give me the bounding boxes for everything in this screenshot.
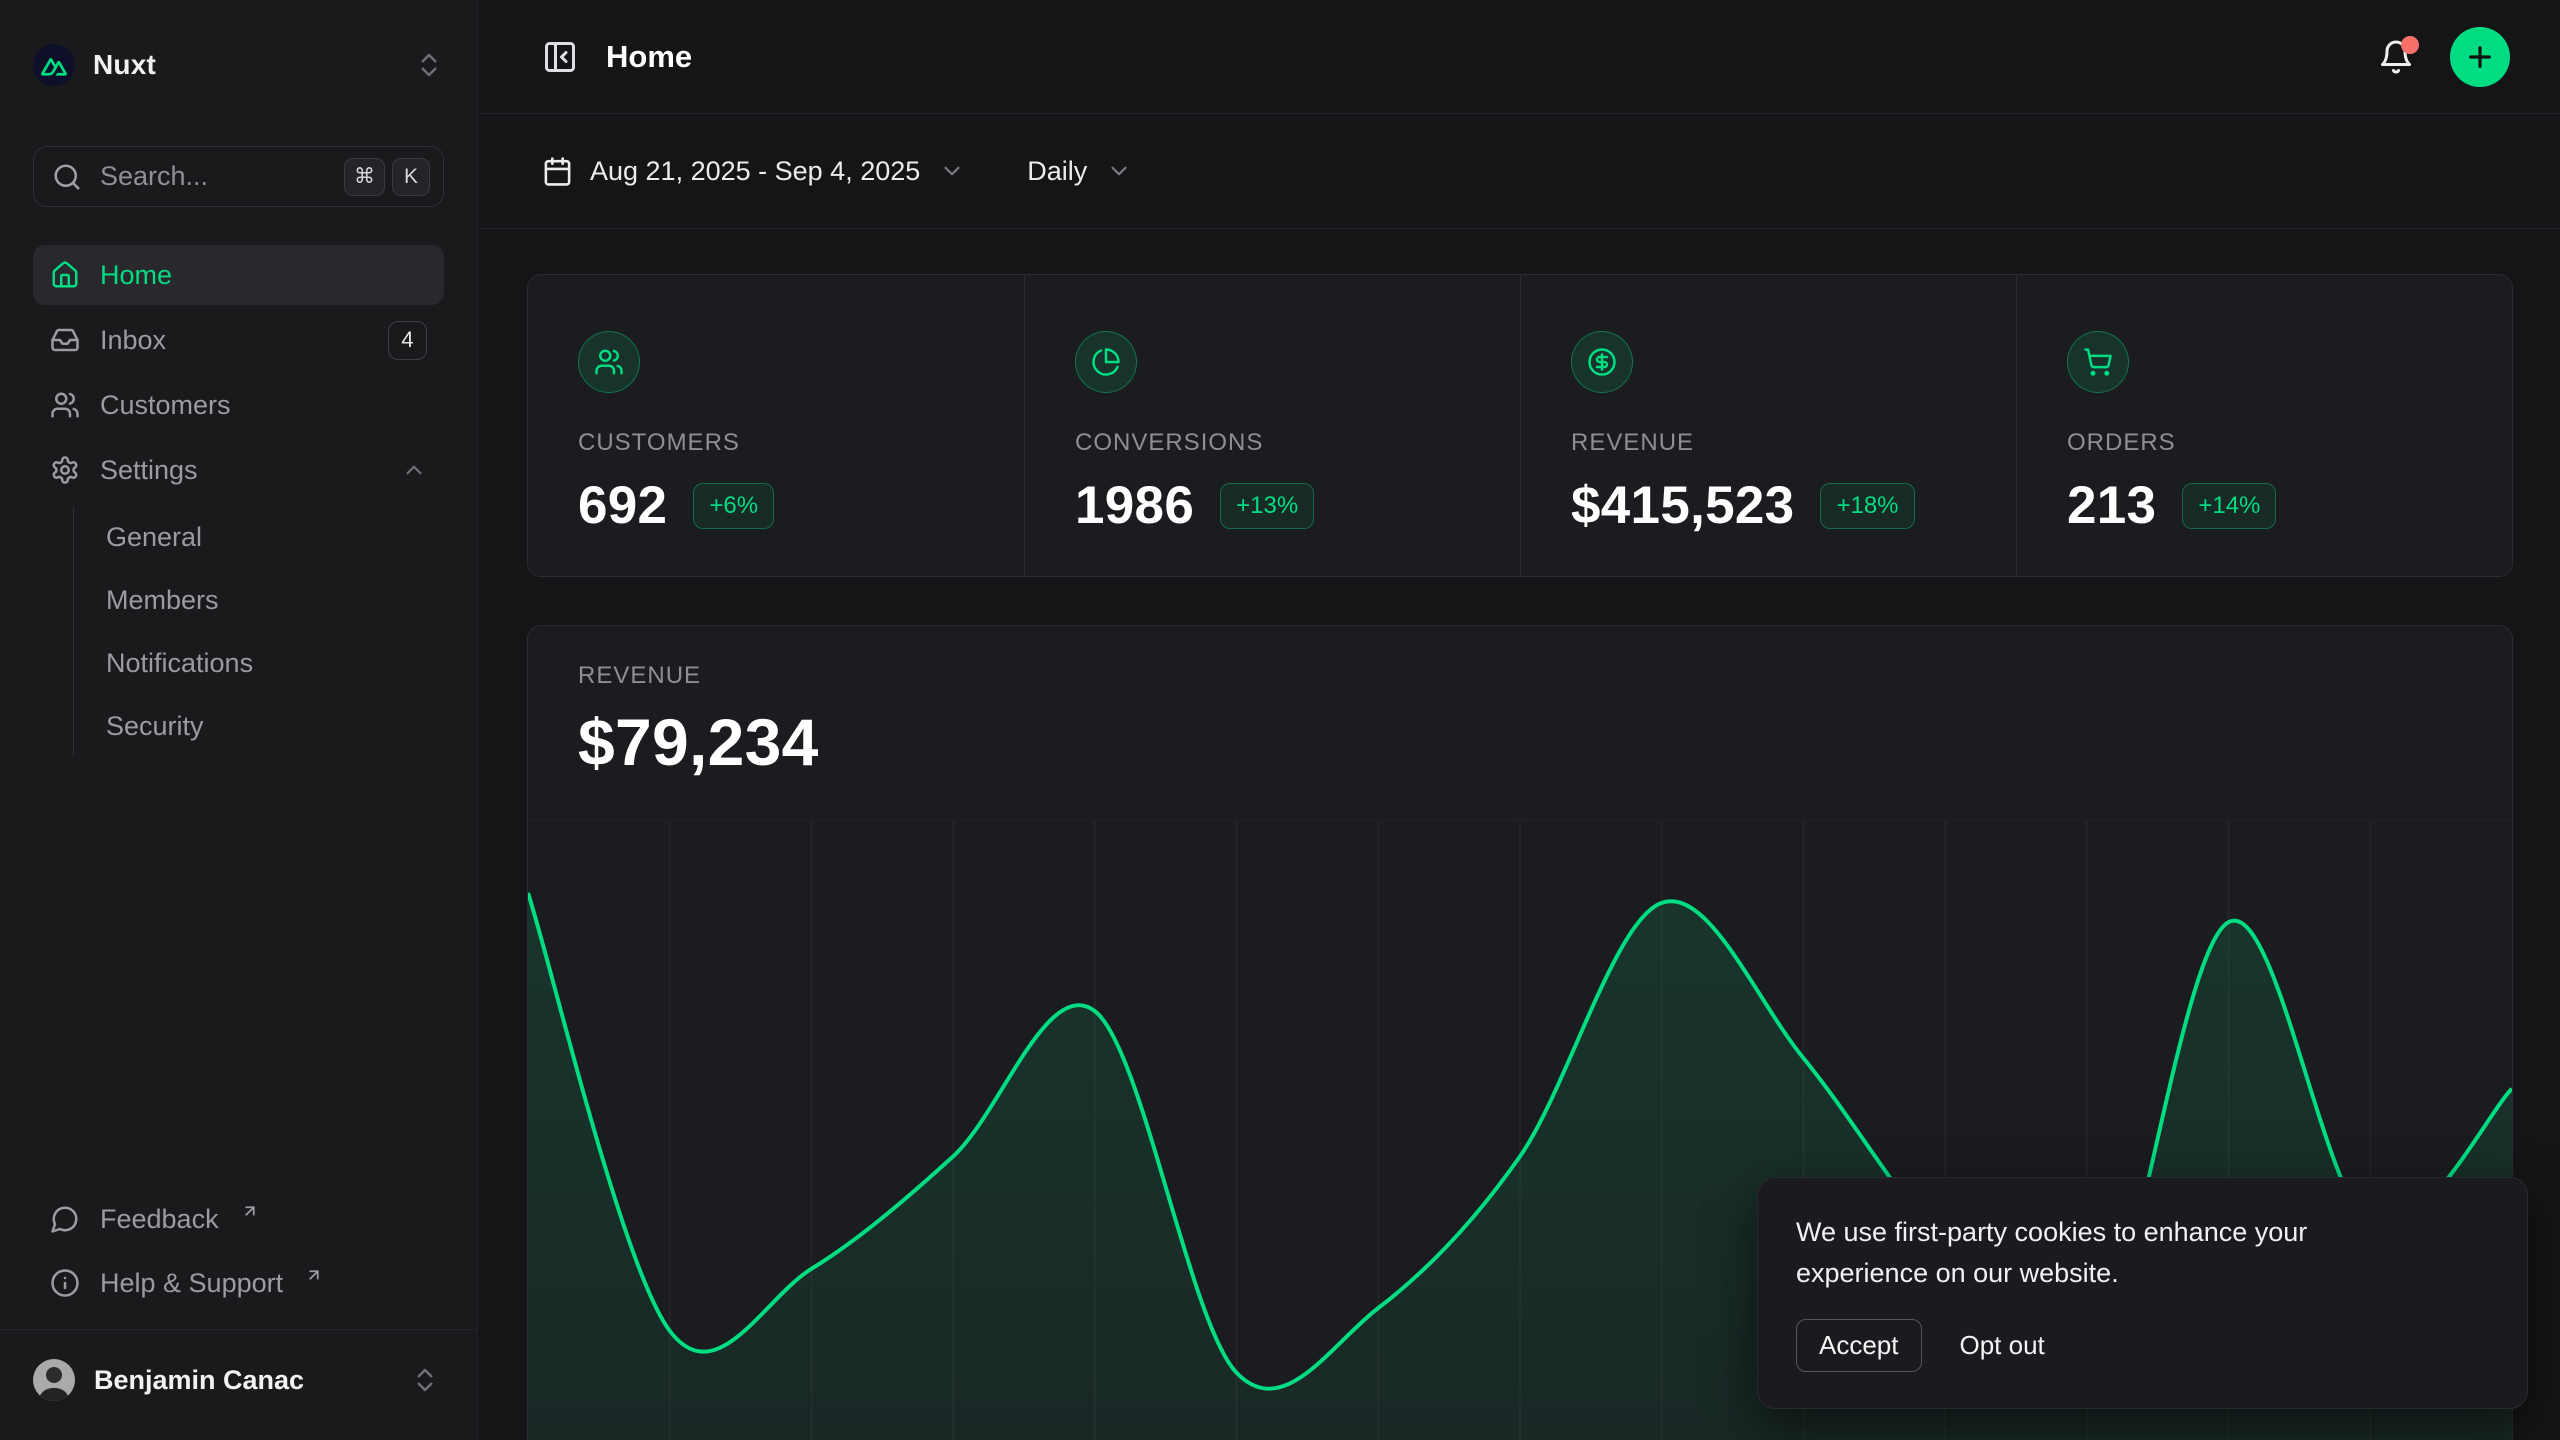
stat-change-badge: +14% xyxy=(2182,483,2276,529)
date-range-value: Aug 21, 2025 - Sep 4, 2025 xyxy=(590,156,920,187)
avatar xyxy=(33,1359,75,1401)
inbox-count-badge: 4 xyxy=(388,321,427,360)
sidebar: Nuxt Search... ⌘ K Home Inbox 4 xyxy=(0,0,478,1440)
sidebar-item-feedback[interactable]: Feedback xyxy=(33,1189,444,1249)
settings-subnav: General Members Notifications Security xyxy=(73,507,444,756)
stat-card-conversions[interactable]: CONVERSIONS 1986 +13% xyxy=(1024,275,1520,576)
shopping-cart-icon xyxy=(2067,331,2129,393)
search-placeholder: Search... xyxy=(100,161,208,192)
stat-label: REVENUE xyxy=(1571,429,1966,457)
sidebar-collapse-icon[interactable] xyxy=(542,39,578,75)
sidebar-item-customers[interactable]: Customers xyxy=(33,375,444,435)
header-actions xyxy=(2378,27,2510,87)
sidebar-spacer xyxy=(33,756,444,1189)
sidebar-item-label: Customers xyxy=(100,390,231,421)
sidebar-item-label: Help & Support xyxy=(100,1268,283,1299)
stat-change-badge: +18% xyxy=(1820,483,1914,529)
cookie-banner: We use first-party cookies to enhance yo… xyxy=(1757,1177,2528,1409)
sidebar-item-label: Feedback xyxy=(100,1204,219,1235)
message-bubble-icon xyxy=(50,1204,80,1234)
notifications-bell-icon[interactable] xyxy=(2378,39,2414,75)
stat-change-badge: +6% xyxy=(693,483,774,529)
chevron-down-icon xyxy=(939,158,965,184)
sidebar-item-label: Inbox xyxy=(100,325,166,356)
sidebar-footer-nav: Feedback Help & Support xyxy=(33,1189,444,1313)
search-icon xyxy=(52,162,82,192)
sidebar-item-label: Settings xyxy=(100,455,198,486)
circle-dollar-icon xyxy=(1571,331,1633,393)
user-menu[interactable]: Benjamin Canac xyxy=(33,1342,444,1418)
stat-card-customers[interactable]: CUSTOMERS 692 +6% xyxy=(528,275,1024,576)
stat-card-orders[interactable]: ORDERS 213 +14% xyxy=(2016,275,2512,576)
sidebar-item-settings[interactable]: Settings xyxy=(33,440,444,500)
interval-value: Daily xyxy=(1027,156,1087,187)
revenue-label: REVENUE xyxy=(578,662,2462,690)
revenue-panel-header: REVENUE $79,234 xyxy=(528,626,2512,780)
interval-select[interactable]: Daily xyxy=(1027,156,1132,187)
stat-card-revenue[interactable]: REVENUE $415,523 +18% xyxy=(1520,275,2016,576)
nuxt-logo xyxy=(33,44,75,86)
chevrons-up-down-icon xyxy=(410,1365,440,1395)
sidebar-divider xyxy=(0,1329,477,1330)
sidebar-item-inbox[interactable]: Inbox 4 xyxy=(33,310,444,370)
stats-row: CUSTOMERS 692 +6% CONVERSIONS 1986 +13% xyxy=(527,274,2513,577)
chevron-up-icon xyxy=(401,457,427,483)
users-icon xyxy=(50,390,80,420)
filters-toolbar: Aug 21, 2025 - Sep 4, 2025 Daily xyxy=(478,114,2560,229)
search-input[interactable]: Search... ⌘ K xyxy=(33,146,444,207)
user-name: Benjamin Canac xyxy=(94,1365,304,1396)
home-icon xyxy=(50,260,80,290)
stat-change-badge: +13% xyxy=(1220,483,1314,529)
stat-value: $415,523 xyxy=(1571,475,1794,536)
page-title: Home xyxy=(606,39,692,75)
stat-label: CONVERSIONS xyxy=(1075,429,1470,457)
workspace-name: Nuxt xyxy=(93,49,156,81)
sidebar-item-label: Home xyxy=(100,260,172,291)
stat-value: 213 xyxy=(2067,475,2156,536)
search-shortcut: ⌘ K xyxy=(344,158,430,196)
sidebar-nav: Home Inbox 4 Customers Settings Genera xyxy=(33,245,444,756)
stat-value: 692 xyxy=(578,475,667,536)
sidebar-item-security[interactable]: Security xyxy=(106,696,444,756)
sidebar-item-members[interactable]: Members xyxy=(106,570,444,630)
external-link-icon xyxy=(241,1202,259,1220)
info-circle-icon xyxy=(50,1268,80,1298)
stat-value: 1986 xyxy=(1075,475,1194,536)
add-button[interactable] xyxy=(2450,27,2510,87)
sidebar-item-general[interactable]: General xyxy=(106,507,444,567)
kbd-k: K xyxy=(392,158,430,196)
sidebar-item-help-support[interactable]: Help & Support xyxy=(33,1253,444,1313)
users-icon xyxy=(578,331,640,393)
calendar-icon xyxy=(542,156,573,187)
workspace-switcher[interactable]: Nuxt xyxy=(33,44,444,86)
cookie-actions: Accept Opt out xyxy=(1796,1319,2489,1372)
date-range-picker[interactable]: Aug 21, 2025 - Sep 4, 2025 xyxy=(542,156,965,187)
kbd-meta: ⌘ xyxy=(344,158,385,196)
pie-chart-icon xyxy=(1075,331,1137,393)
page-header: Home xyxy=(478,0,2560,114)
notification-dot xyxy=(2401,36,2419,54)
gear-icon xyxy=(50,455,80,485)
chevron-down-icon xyxy=(1106,158,1132,184)
inbox-icon xyxy=(50,325,80,355)
sidebar-item-notifications[interactable]: Notifications xyxy=(106,633,444,693)
stat-label: ORDERS xyxy=(2067,429,2462,457)
cookie-message: We use first-party cookies to enhance yo… xyxy=(1796,1212,2416,1293)
accept-button[interactable]: Accept xyxy=(1796,1319,1922,1372)
external-link-icon xyxy=(305,1266,323,1284)
chevrons-up-down-icon[interactable] xyxy=(414,50,444,80)
opt-out-button[interactable]: Opt out xyxy=(1960,1330,2045,1361)
stat-label: CUSTOMERS xyxy=(578,429,974,457)
sidebar-item-home[interactable]: Home xyxy=(33,245,444,305)
revenue-total: $79,234 xyxy=(578,704,2462,780)
